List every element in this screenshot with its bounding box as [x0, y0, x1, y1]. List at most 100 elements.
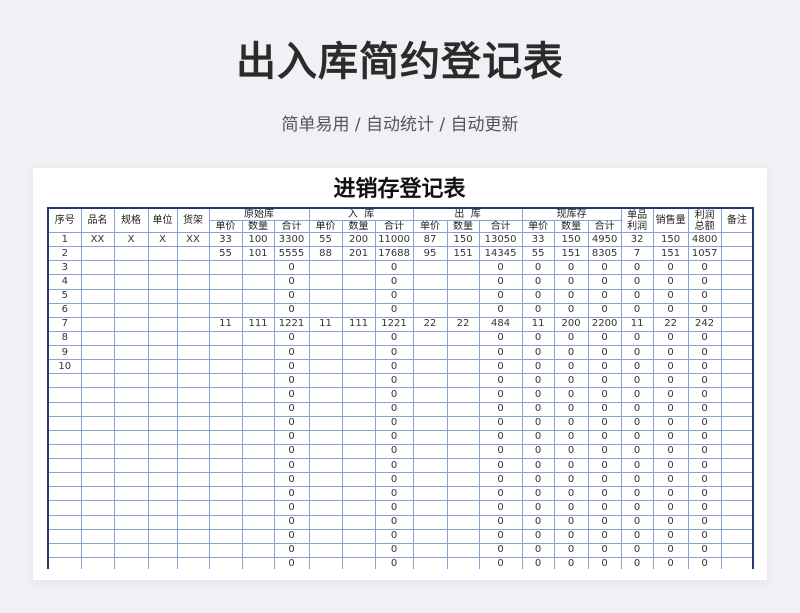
cell-opening-qty: [241, 344, 275, 361]
cell-inbound-total: 0: [374, 556, 414, 569]
cell-spec: [113, 443, 149, 460]
cell-outbound-price: [412, 457, 448, 474]
cell-spec: [113, 359, 149, 375]
cell-opening-qty: [241, 486, 275, 502]
cell-inbound-qty: [341, 429, 376, 445]
cell-outbound-qty: 22: [446, 316, 480, 332]
cell-inbound-price: [308, 302, 343, 318]
cell-name: [80, 472, 115, 488]
cell-opening-total: 0: [273, 542, 310, 558]
cell-outbound-total: 0: [478, 472, 523, 488]
cell-sales-qty: 0: [652, 260, 689, 276]
cell-stock-price: 0: [521, 373, 555, 389]
cell-note: [720, 246, 754, 262]
cell-opening-price: [208, 514, 243, 530]
cell-outbound-qty: [446, 288, 480, 304]
cell-stock-total: 0: [587, 415, 622, 431]
cell-outbound-qty: [446, 274, 480, 290]
cell-inbound-total: 0: [374, 401, 414, 417]
cell-total-profit: 0: [687, 429, 722, 445]
cell-stock-qty: 200: [553, 316, 589, 332]
cell-stock-qty: 151: [553, 246, 589, 262]
cell-total-profit: 0: [687, 415, 722, 431]
cell-spec: [113, 330, 149, 347]
cell-unit: [147, 415, 178, 431]
cell-outbound-qty: [446, 344, 480, 361]
cell-stock-qty: 0: [553, 260, 589, 276]
cell-shelf: [176, 344, 210, 361]
cell-unit-profit: 0: [620, 486, 654, 502]
cell-outbound-total: 0: [478, 556, 523, 569]
header-group-stock: 现库存: [521, 207, 622, 221]
cell-outbound-total: 0: [478, 373, 523, 389]
cell-stock-qty: 0: [553, 500, 589, 516]
cell-seq: 8: [47, 330, 82, 347]
cell-opening-price: [208, 528, 243, 544]
cell-opening-total: 0: [273, 344, 310, 361]
cell-name: [80, 457, 115, 474]
cell-spec: [113, 429, 149, 445]
cell-inbound-qty: [341, 514, 376, 530]
cell-seq: 9: [47, 344, 82, 361]
cell-note: [720, 528, 754, 544]
cell-stock-total: 0: [587, 359, 622, 375]
cell-stock-total: 0: [587, 429, 622, 445]
cell-inbound-price: 11: [308, 316, 343, 332]
cell-stock-qty: 0: [553, 401, 589, 417]
cell-opening-total: 0: [273, 429, 310, 445]
cell-outbound-price: [412, 443, 448, 460]
header-stock-total: 合计: [587, 220, 622, 233]
cell-opening-qty: [241, 443, 275, 460]
header-stock-price: 单价: [521, 220, 555, 233]
table-row: 000000000: [47, 457, 754, 474]
cell-name: [80, 316, 115, 332]
cell-note: [720, 486, 754, 502]
cell-inbound-price: [308, 260, 343, 276]
cell-unit: [147, 387, 178, 403]
cell-inbound-total: 0: [374, 528, 414, 544]
cell-outbound-qty: [446, 429, 480, 445]
cell-inbound-qty: 200: [341, 231, 376, 248]
cell-outbound-price: 95: [412, 246, 448, 262]
cell-inbound-price: [308, 288, 343, 304]
cell-stock-price: 0: [521, 274, 555, 290]
cell-inbound-price: [308, 556, 343, 569]
cell-opening-price: [208, 359, 243, 375]
cell-stock-price: 0: [521, 542, 555, 558]
table-row: 000000000: [47, 500, 754, 516]
page-subtitle: 简单易用 / 自动统计 / 自动更新: [281, 115, 519, 135]
cell-opening-total: 3300: [273, 231, 310, 248]
cell-stock-price: 0: [521, 443, 555, 460]
cell-stock-total: 0: [587, 500, 622, 516]
sheet-table-wrap: 序号 品名 规格 单位 货架 原始库 入 库 出 库 现库存 单品 利润 销售量…: [46, 206, 754, 569]
cell-sales-qty: 0: [652, 274, 689, 290]
cell-stock-qty: 0: [553, 302, 589, 318]
cell-inbound-qty: [341, 556, 376, 569]
cell-inbound-qty: [341, 542, 376, 558]
cell-inbound-price: [308, 457, 343, 474]
cell-inbound-qty: [341, 528, 376, 544]
cell-inbound-price: [308, 514, 343, 530]
cell-inbound-price: [308, 344, 343, 361]
cell-sales-qty: 0: [652, 401, 689, 417]
cell-seq: 2: [47, 246, 82, 262]
cell-outbound-qty: [446, 373, 480, 389]
cell-unit-profit: 0: [620, 472, 654, 488]
cell-total-profit: 0: [687, 443, 722, 460]
header-inbound-total: 合计: [374, 220, 414, 233]
cell-opening-total: 0: [273, 373, 310, 389]
cell-outbound-qty: [446, 302, 480, 318]
cell-spec: [113, 260, 149, 276]
cell-sales-qty: 0: [652, 500, 689, 516]
table-row: 000000000: [47, 472, 754, 488]
cell-shelf: [176, 260, 210, 276]
cell-opening-qty: [241, 401, 275, 417]
cell-opening-total: 0: [273, 260, 310, 276]
cell-outbound-qty: [446, 542, 480, 558]
cell-unit-profit: 32: [620, 231, 654, 248]
cell-sales-qty: 0: [652, 415, 689, 431]
table-body: 1 XX X X XX 33 100 3300 55 200 11000 87 150 13050 33 15…: [47, 231, 754, 569]
cell-inbound-total: 0: [374, 288, 414, 304]
cell-inbound-total: 0: [374, 274, 414, 290]
header-total-profit: 利润 总额: [687, 207, 722, 233]
